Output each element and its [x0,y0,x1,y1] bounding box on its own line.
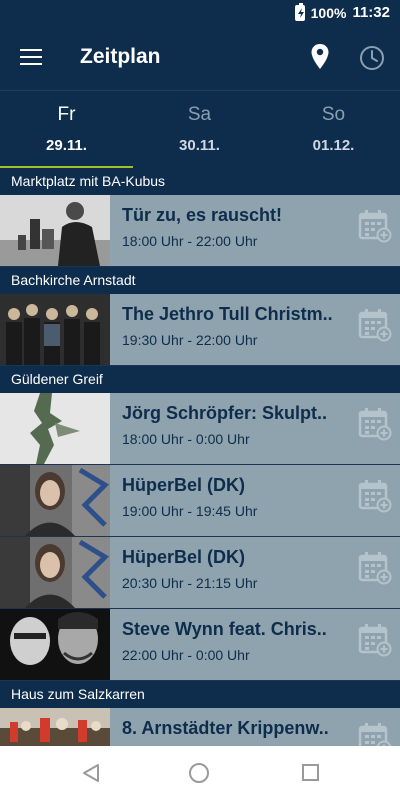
event-time: 18:00 Uhr - 22:00 Uhr [122,233,258,249]
tab-day-label: Sa [187,104,212,125]
location-pin-icon[interactable] [310,43,330,71]
home-icon[interactable] [189,763,209,783]
add-to-calendar-icon[interactable] [358,209,392,243]
event-thumbnail [0,195,110,266]
app-bar: Zeitplan [0,28,400,90]
back-icon[interactable] [81,763,101,783]
add-to-calendar-icon[interactable] [358,551,392,585]
venue-header: Güldener Greif [0,366,400,393]
status-bar: 100% 11:32 [0,0,400,28]
tab-day-label: Fr [57,104,76,125]
event-thumbnail [0,537,110,608]
tab-date-label: 01.12. [312,137,355,154]
battery-percent: 100% [310,4,347,21]
event-row[interactable]: HüperBel (DK) 20:30 Uhr - 21:15 Uhr [0,537,400,609]
event-thumbnail [0,393,110,464]
tab-date-label: 29.11. [46,137,87,154]
event-title: The Jethro Tull Christm.. [122,304,333,324]
add-to-calendar-icon[interactable] [358,407,392,441]
tab-saturday[interactable]: Sa 30.11. [133,91,266,169]
tab-sunday[interactable]: So 01.12. [267,91,400,169]
event-title: 8. Arnstädter Krippenw.. [122,718,329,738]
venue-header: Marktplatz mit BA-Kubus [0,168,400,195]
status-time: 11:32 [352,4,390,21]
system-nav-bar [0,746,400,800]
event-time: 20:30 Uhr - 21:15 Uhr [122,575,258,591]
event-list[interactable]: Marktplatz mit BA-Kubus Tür zu, es rausc… [0,168,400,746]
battery-icon [294,2,305,21]
event-title: Steve Wynn feat. Chris.. [122,619,327,639]
event-row[interactable]: 8. Arnstädter Krippenw.. [0,708,400,746]
event-time: 22:00 Uhr - 0:00 Uhr [122,647,250,663]
venue-header: Haus zum Salzkarren [0,681,400,708]
event-row[interactable]: The Jethro Tull Christm.. 19:30 Uhr - 22… [0,294,400,366]
event-row[interactable]: HüperBel (DK) 19:00 Uhr - 19:45 Uhr [0,465,400,537]
add-to-calendar-icon[interactable] [358,623,392,657]
event-title: HüperBel (DK) [122,475,246,495]
day-tabs: Fr 29.11. Sa 30.11. So 01.12. [0,90,400,169]
event-row[interactable]: Tür zu, es rauscht! 18:00 Uhr - 22:00 Uh… [0,195,400,267]
clock-icon[interactable] [359,45,385,71]
event-thumbnail [0,465,110,536]
page-title: Zeitplan [80,45,161,68]
status-right: 100% 11:32 [294,2,390,21]
tab-day-label: So [321,104,346,125]
tab-date-label: 30.11. [179,137,220,154]
event-thumbnail [0,609,110,680]
tab-friday[interactable]: Fr 29.11. [0,91,133,169]
event-thumbnail [0,294,110,365]
event-time: 19:00 Uhr - 19:45 Uhr [122,503,258,519]
event-title: Jörg Schröpfer: Skulpt.. [122,403,328,423]
event-time: 18:00 Uhr - 0:00 Uhr [122,431,250,447]
event-row[interactable]: Jörg Schröpfer: Skulpt.. 18:00 Uhr - 0:0… [0,393,400,465]
event-row[interactable]: Steve Wynn feat. Chris.. 22:00 Uhr - 0:0… [0,609,400,681]
event-thumbnail [0,708,110,746]
add-to-calendar-icon[interactable] [358,308,392,342]
event-time: 19:30 Uhr - 22:00 Uhr [122,332,258,348]
recents-icon[interactable] [302,764,319,781]
event-title: HüperBel (DK) [122,547,246,567]
menu-icon[interactable] [20,49,42,67]
add-to-calendar-icon[interactable] [358,722,392,746]
add-to-calendar-icon[interactable] [358,479,392,513]
venue-header: Bachkirche Arnstadt [0,267,400,294]
event-title: Tür zu, es rauscht! [122,205,283,225]
